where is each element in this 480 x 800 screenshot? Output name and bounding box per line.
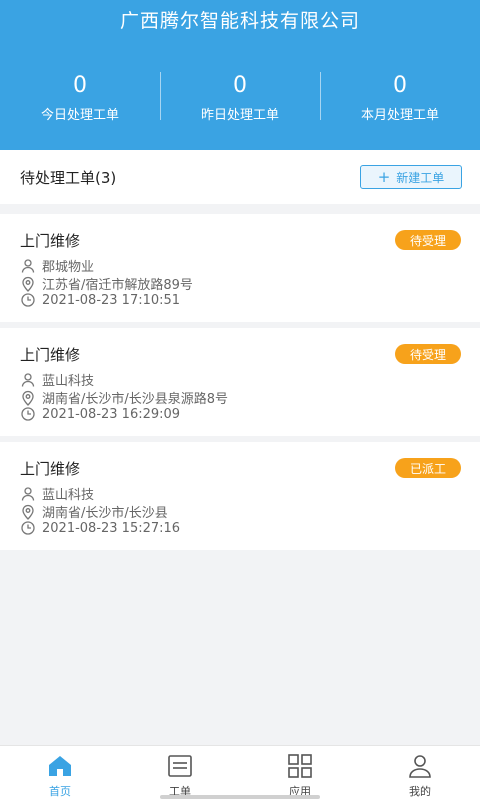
status-badge: 待受理 <box>395 344 461 364</box>
order-address-row: 湖南省/长沙市/长沙县泉源路8号 <box>20 388 228 407</box>
user-icon <box>406 753 434 779</box>
order-company: 蓝山科技 <box>42 374 95 389</box>
order-address-row: 江苏省/宿迁市解放路89号 <box>20 274 193 293</box>
list-icon <box>166 753 194 779</box>
tab-home-label: 首页 <box>49 785 71 798</box>
order-time-row: 2021-08-23 17:10:51 <box>20 292 180 308</box>
clock-icon <box>20 292 36 308</box>
order-address: 湖南省/长沙市/长沙县泉源路8号 <box>42 392 229 407</box>
order-title: 上门维修 <box>20 232 81 250</box>
new-order-button[interactable]: + 新建工单 <box>360 165 462 189</box>
stat-label: 本月处理工单 <box>360 108 439 123</box>
order-time: 2021-08-23 17:10:51 <box>42 292 181 308</box>
order-time-row: 2021-08-23 16:29:09 <box>20 406 180 422</box>
order-company: 郡城物业 <box>42 260 95 275</box>
grid-icon <box>286 753 314 779</box>
person-icon <box>20 372 36 388</box>
header: 广西腾尔智能科技有限公司 0 今日处理工单 0 昨日处理工单 0 本月处理工单 <box>0 0 480 150</box>
order-company-row: 蓝山科技 <box>20 370 94 389</box>
order-title: 上门维修 <box>20 346 81 364</box>
plus-icon: + <box>377 167 391 186</box>
tab-home[interactable]: 首页 <box>0 746 120 800</box>
location-pin-icon <box>20 276 36 292</box>
company-title: 广西腾尔智能科技有限公司 <box>119 10 360 32</box>
stat-today[interactable]: 0 今日处理工单 <box>0 72 160 123</box>
stat-label: 昨日处理工单 <box>200 108 279 123</box>
order-company-row: 蓝山科技 <box>20 484 94 503</box>
order-company-row: 郡城物业 <box>20 256 94 275</box>
location-pin-icon <box>20 390 36 406</box>
order-time: 2021-08-23 16:29:09 <box>42 406 181 422</box>
person-icon <box>20 258 36 274</box>
bottom-tab-bar: 首页 工单 应用 我的 <box>0 745 480 800</box>
status-badge: 待受理 <box>395 230 461 250</box>
clock-icon <box>20 406 36 422</box>
order-time: 2021-08-23 15:27:16 <box>42 520 181 536</box>
tab-orders[interactable]: 工单 <box>120 746 240 800</box>
stat-yesterday[interactable]: 0 昨日处理工单 <box>160 72 320 123</box>
order-title: 上门维修 <box>20 460 81 478</box>
person-icon <box>20 486 36 502</box>
new-order-label: 新建工单 <box>396 170 445 185</box>
location-pin-icon <box>20 504 36 520</box>
tab-apps[interactable]: 应用 <box>240 746 360 800</box>
home-icon <box>46 753 74 779</box>
order-card[interactable]: 上门维修 待受理 蓝山科技 湖南省/长沙市/长沙县泉源路8号 2021-08-2… <box>0 328 480 436</box>
order-time-row: 2021-08-23 15:27:16 <box>20 520 180 536</box>
clock-icon <box>20 520 36 536</box>
order-company: 蓝山科技 <box>42 488 95 503</box>
stat-value: 0 <box>393 73 407 98</box>
order-address: 江苏省/宿迁市解放路89号 <box>42 278 193 293</box>
home-indicator <box>160 795 320 799</box>
order-address-row: 湖南省/长沙市/长沙县 <box>20 502 168 521</box>
stat-value: 0 <box>73 73 87 98</box>
status-badge: 已派工 <box>395 458 461 478</box>
pending-title: 待处理工单(3) <box>20 169 117 187</box>
tab-mine[interactable]: 我的 <box>360 746 480 800</box>
stat-value: 0 <box>233 73 247 98</box>
tab-mine-label: 我的 <box>409 785 431 798</box>
stats-row: 0 今日处理工单 0 昨日处理工单 0 本月处理工单 <box>0 72 480 123</box>
order-card[interactable]: 上门维修 已派工 蓝山科技 湖南省/长沙市/长沙县 2021-08-23 15:… <box>0 442 480 550</box>
order-address: 湖南省/长沙市/长沙县 <box>42 506 168 521</box>
order-card[interactable]: 上门维修 待受理 郡城物业 江苏省/宿迁市解放路89号 2021-08-23 1… <box>0 214 480 322</box>
stat-month[interactable]: 0 本月处理工单 <box>320 72 480 123</box>
stat-label: 今日处理工单 <box>40 108 119 123</box>
